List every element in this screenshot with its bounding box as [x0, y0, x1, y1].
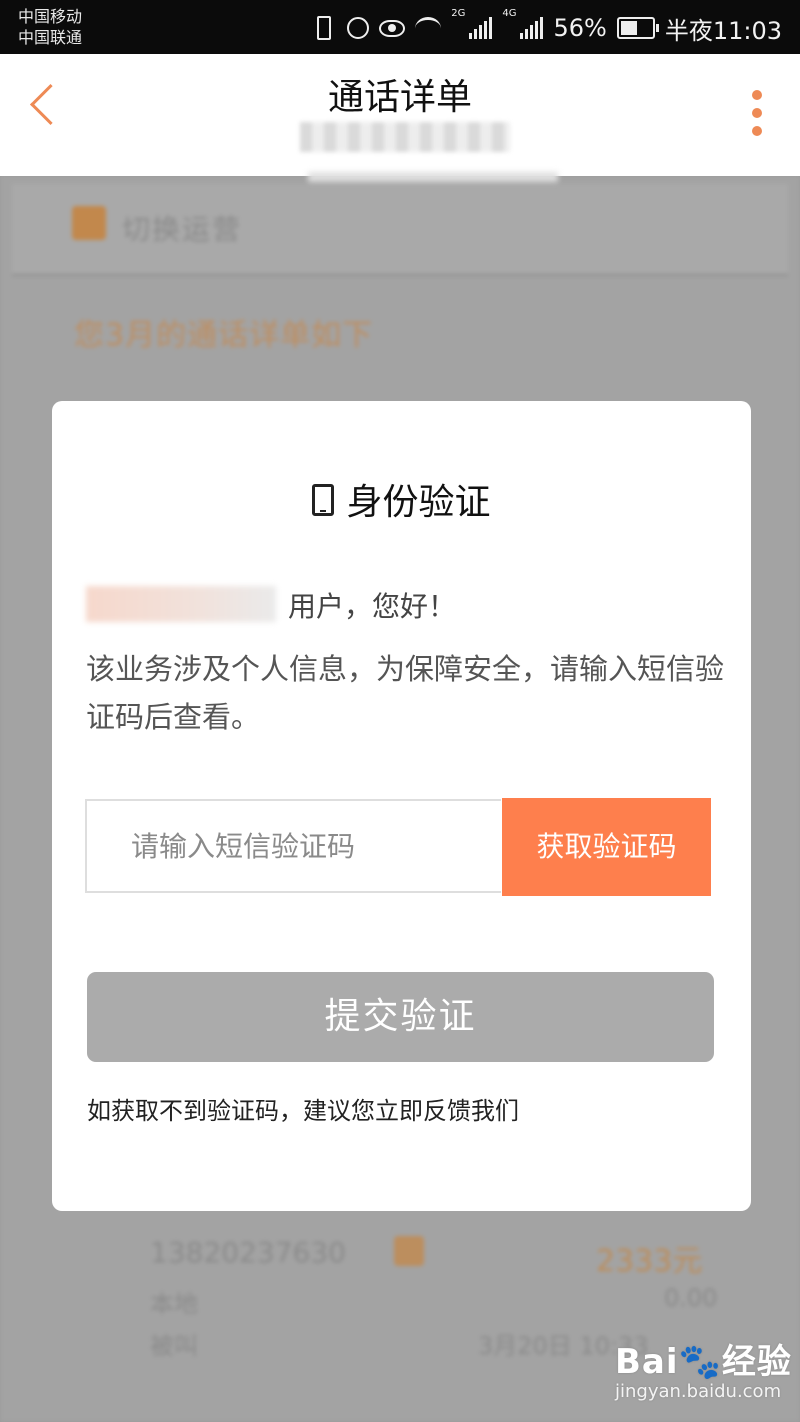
eye-comfort-icon: [379, 19, 406, 37]
greeting-text: 用户，您好！: [288, 590, 457, 623]
operator-logo-icon: [72, 206, 106, 240]
status-icons: 2G 4G 56% 半夜11:03: [311, 8, 782, 48]
watermark-url: jingyan.baidu.com: [615, 1381, 782, 1402]
network-2g-label: 2G: [451, 8, 466, 19]
background-notice: 您3月的通话详单如下: [74, 318, 374, 353]
battery-icon: [616, 17, 659, 39]
record-number: 13820237630: [150, 1236, 346, 1269]
clock: 半夜11:03: [664, 16, 782, 45]
vibrate-icon: [317, 16, 332, 40]
network-4g-label: 4G: [502, 8, 517, 19]
wifi-icon: [415, 16, 442, 40]
dialog-title: 身份验证: [52, 473, 751, 525]
redacted-phone-number: [300, 122, 510, 152]
watermark-logo: Bai🐾经验: [615, 1342, 792, 1382]
signal-2-icon: [520, 17, 544, 39]
battery-percent: 56%: [553, 14, 607, 42]
header-shadow: [308, 172, 558, 182]
feedback-text[interactable]: 如获取不到验证码，建议您立即反馈我们: [87, 1091, 519, 1126]
baidu-watermark: Bai🐾经验 jingyan.baidu.com: [615, 1334, 792, 1402]
record-value-a: 0.00: [664, 1284, 718, 1312]
info-text: 该业务涉及个人信息，为保障安全，请输入短信验证码后查看。: [86, 652, 725, 734]
call-icon: [394, 1236, 424, 1266]
carrier-labels: 中国移动 中国联通: [18, 6, 82, 48]
signal-1-icon: [469, 17, 493, 39]
carrier-2: 中国联通: [18, 28, 83, 47]
app-header: 通话详单: [0, 54, 800, 182]
record-amount: 2333元: [596, 1244, 703, 1279]
get-code-button[interactable]: 获取验证码: [502, 798, 711, 896]
more-vertical-icon[interactable]: [752, 90, 764, 144]
dialog-title-text: 身份验证: [346, 482, 491, 523]
page-title: 通话详单: [327, 77, 472, 118]
alarm-icon: [347, 17, 370, 39]
submit-button[interactable]: 提交验证: [87, 972, 714, 1062]
redacted-user-name: [86, 586, 276, 622]
record-label-a: 本地: [150, 1290, 198, 1318]
phone-icon: [312, 484, 335, 516]
carrier-1: 中国移动: [18, 7, 83, 26]
background-brand-text: 切换运营: [122, 213, 243, 246]
status-bar: 中国移动 中国联通 2G 4G 56% 半夜11:03: [0, 0, 800, 54]
sms-code-input[interactable]: [85, 799, 501, 893]
identity-verification-dialog: 身份验证 用户，您好！ 该业务涉及个人信息，为保障安全，请输入短信验证码后查看。…: [52, 401, 751, 1211]
record-label-b: 被叫: [150, 1332, 198, 1360]
